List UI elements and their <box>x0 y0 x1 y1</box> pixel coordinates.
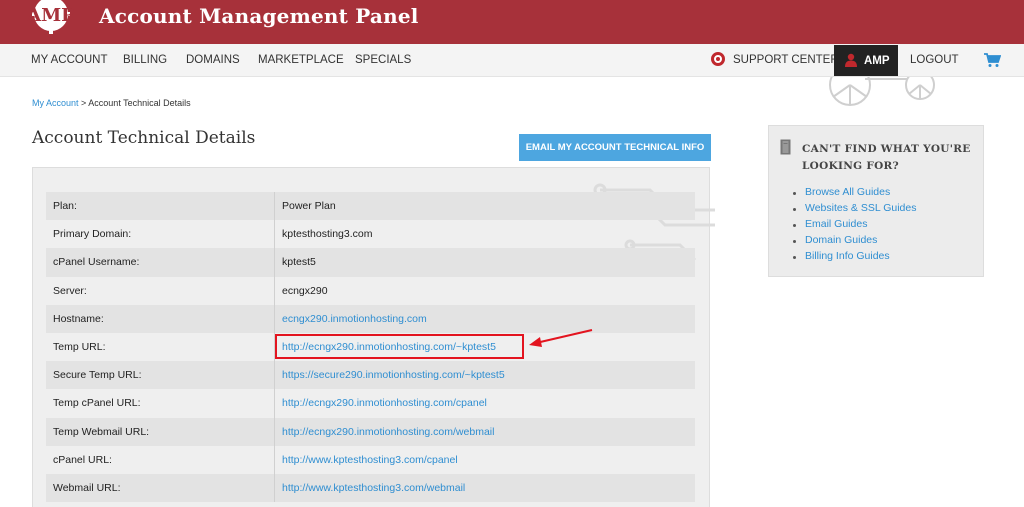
column-divider <box>274 304 275 333</box>
row-label-temp-url: Temp URL: <box>53 340 106 353</box>
row-value-server: ecngx290 <box>282 284 328 297</box>
user-icon <box>845 53 857 67</box>
help-link-email-guides[interactable]: Email Guides <box>791 218 916 234</box>
help-links-list: Browse All Guides Websites & SSL Guides … <box>791 186 916 266</box>
column-divider <box>274 248 275 277</box>
help-title: CAN'T FIND WHAT YOU'RE LOOKING FOR? <box>802 143 971 172</box>
app-title: Account Management Panel <box>99 4 419 28</box>
column-divider <box>274 192 275 221</box>
help-link-label: Browse All Guides <box>805 186 891 198</box>
help-link-domain-guides[interactable]: Domain Guides <box>791 234 916 250</box>
carriage-decoration-icon <box>829 77 935 106</box>
webmail-url-link[interactable]: http://www.kptesthosting3.com/webmail <box>282 482 465 494</box>
breadcrumb: My Account > Account Technical Details <box>32 98 191 108</box>
nav-marketplace[interactable]: MARKETPLACE <box>258 54 344 66</box>
table-row: Plan: Power Plan <box>46 192 695 221</box>
temp-cpanel-url-link[interactable]: http://ecngx290.inmotionhosting.com/cpan… <box>282 397 487 409</box>
nav-my-account[interactable]: MY ACCOUNT <box>31 54 107 66</box>
cpanel-url-link[interactable]: http://www.kptesthosting3.com/cpanel <box>282 454 458 466</box>
row-value-cpanel-username: kptest5 <box>282 256 316 269</box>
svg-text:AMP: AMP <box>26 5 75 26</box>
amp-account-button[interactable]: AMP <box>834 45 898 76</box>
row-value-primary-domain: kptesthosting3.com <box>282 228 373 241</box>
nav-specials[interactable]: SPECIALS <box>355 54 411 66</box>
help-link-websites-ssl-guides[interactable]: Websites & SSL Guides <box>791 202 916 218</box>
breadcrumb-current: Account Technical Details <box>88 98 191 108</box>
breadcrumb-separator: > <box>78 98 89 108</box>
nav-billing[interactable]: BILLING <box>123 54 167 66</box>
column-divider <box>274 445 275 474</box>
temp-webmail-url-link[interactable]: http://ecngx290.inmotionhosting.com/webm… <box>282 426 494 438</box>
book-icon <box>780 139 791 155</box>
row-label-cpanel-url: cPanel URL: <box>53 453 112 466</box>
column-divider <box>274 389 275 418</box>
help-link-label: Billing Info Guides <box>805 250 890 262</box>
logout-link[interactable]: LOGOUT <box>910 54 959 66</box>
temp-url-highlight-box <box>275 334 524 359</box>
table-row: Temp cPanel URL: http://ecngx290.inmotio… <box>46 389 695 418</box>
help-link-label: Websites & SSL Guides <box>805 202 917 214</box>
hostname-link[interactable]: ecngx290.inmotionhosting.com <box>282 313 427 325</box>
bullet-icon <box>793 240 796 243</box>
support-lifebuoy-icon[interactable] <box>711 52 725 66</box>
table-row: Server: ecngx290 <box>46 276 695 305</box>
row-label-hostname: Hostname: <box>53 312 104 325</box>
email-technical-info-button[interactable]: EMAIL MY ACCOUNT TECHNICAL INFO <box>519 134 711 161</box>
bullet-icon <box>793 192 796 195</box>
page-title: Account Technical Details <box>32 128 256 148</box>
help-link-browse-all-guides[interactable]: Browse All Guides <box>791 186 916 202</box>
row-label-temp-webmail-url: Temp Webmail URL: <box>53 425 150 438</box>
row-label-temp-cpanel-url: Temp cPanel URL: <box>53 397 141 410</box>
help-link-billing-info-guides[interactable]: Billing Info Guides <box>791 250 916 266</box>
bullet-icon <box>793 256 796 259</box>
nav-domains[interactable]: DOMAINS <box>186 54 240 66</box>
table-row: Primary Domain: kptesthosting3.com <box>46 220 695 249</box>
breadcrumb-my-account[interactable]: My Account <box>32 98 79 108</box>
row-label-primary-domain: Primary Domain: <box>53 228 132 241</box>
row-label-webmail-url: Webmail URL: <box>53 481 121 494</box>
bullet-icon <box>793 224 796 227</box>
table-row: cPanel Username: kptest5 <box>46 248 695 277</box>
top-header: AMP Account Management Panel <box>0 0 1024 44</box>
table-row: Temp Webmail URL: http://ecngx290.inmoti… <box>46 417 695 446</box>
column-divider <box>274 220 275 249</box>
cart-icon[interactable] <box>984 53 1001 68</box>
bullet-icon <box>793 208 796 211</box>
table-row: Webmail URL: http://www.kptesthosting3.c… <box>46 473 695 503</box>
row-label-cpanel-username: cPanel Username: <box>53 256 140 269</box>
table-row: cPanel URL: http://www.kptesthosting3.co… <box>46 445 695 474</box>
table-row: Hostname: ecngx290.inmotionhosting.com <box>46 304 695 333</box>
amp-logo[interactable]: AMP <box>18 0 84 36</box>
help-link-label: Domain Guides <box>805 234 878 246</box>
column-divider <box>274 417 275 446</box>
support-center-link[interactable]: SUPPORT CENTER <box>733 54 839 66</box>
row-label-plan: Plan: <box>53 200 77 212</box>
secure-temp-url-link[interactable]: https://secure290.inmotionhosting.com/~k… <box>282 369 505 381</box>
table-row: Secure Temp URL: https://secure290.inmot… <box>46 361 695 390</box>
red-arrow-icon <box>529 329 593 347</box>
help-link-label: Email Guides <box>805 218 868 230</box>
column-divider <box>274 473 275 503</box>
row-label-server: Server: <box>53 284 87 297</box>
row-label-secure-temp-url: Secure Temp URL: <box>53 369 142 382</box>
row-value-plan: Power Plan <box>282 200 336 212</box>
column-divider <box>274 361 275 390</box>
column-divider <box>274 276 275 305</box>
amp-label: AMP <box>864 55 890 67</box>
